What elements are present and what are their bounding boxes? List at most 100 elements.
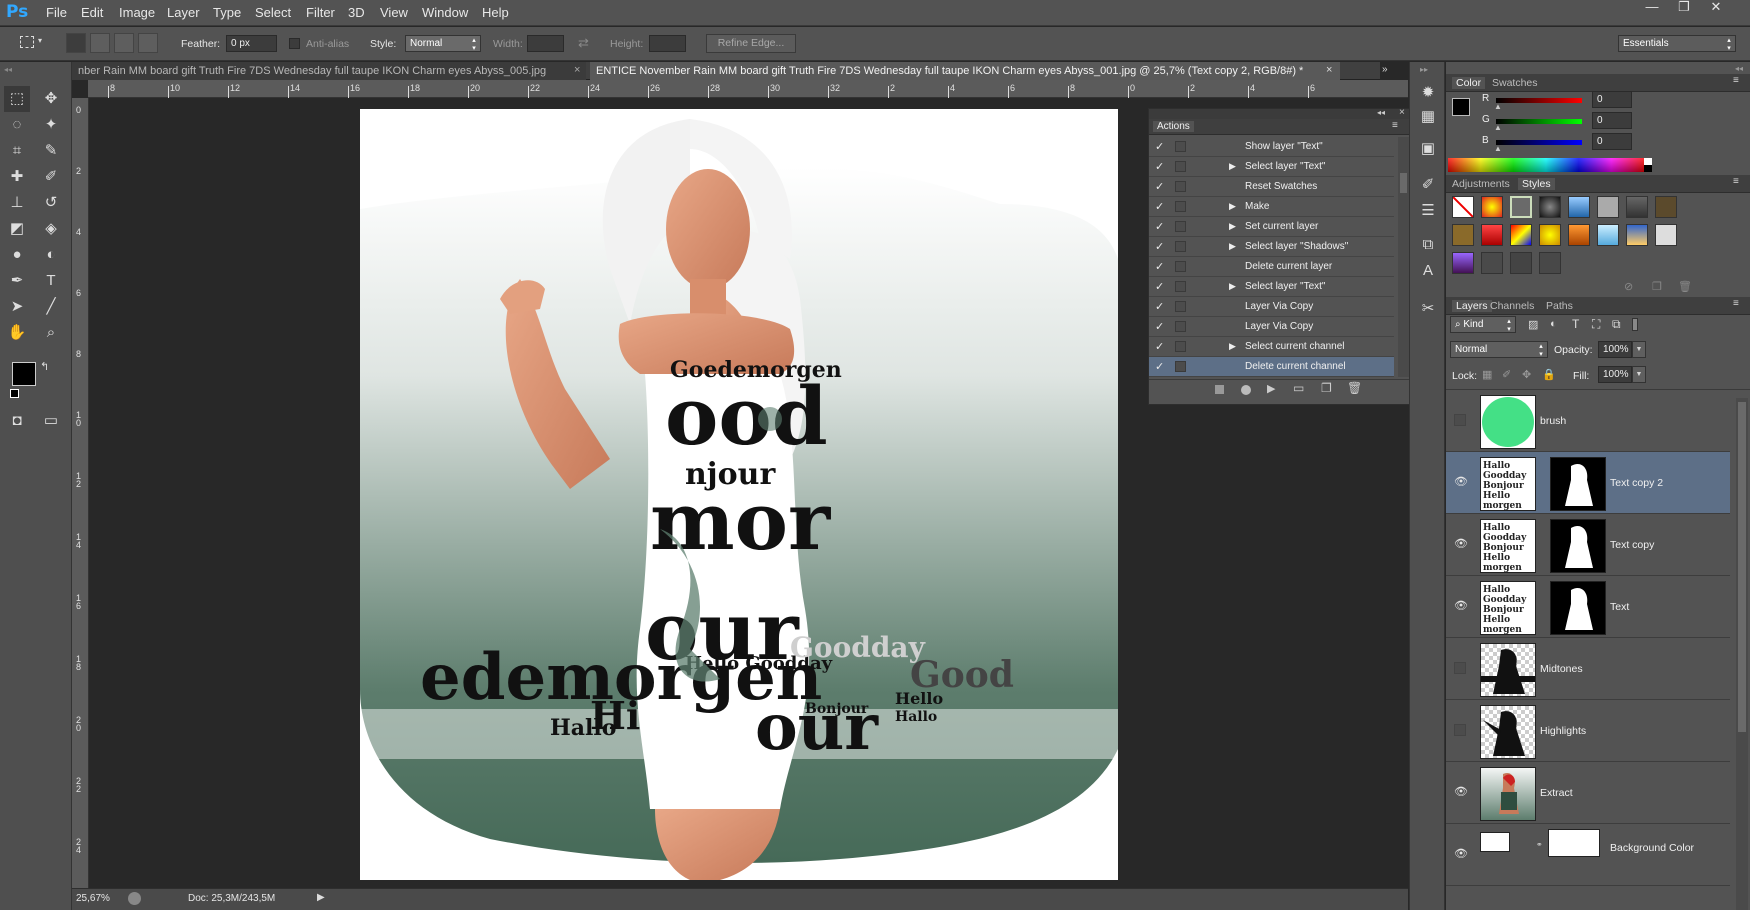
lasso-tool-icon[interactable]: ◌ xyxy=(4,112,30,138)
expand-arrow-icon[interactable]: ▶ xyxy=(1229,221,1236,232)
check-icon[interactable]: ✓ xyxy=(1155,180,1164,193)
dialog-toggle-box[interactable] xyxy=(1175,341,1186,352)
workspace-select[interactable]: Essentials xyxy=(1618,35,1736,52)
layer-name[interactable]: Midtones xyxy=(1540,663,1583,675)
eye-icon[interactable]: 👁 xyxy=(1454,785,1468,799)
filter-pixel-icon[interactable]: ▨ xyxy=(1528,318,1538,331)
eye-icon[interactable]: 👁 xyxy=(1454,475,1468,489)
slider-thumb-icon[interactable]: ▲ xyxy=(1494,144,1502,153)
scrollbar-thumb[interactable] xyxy=(1400,173,1407,193)
brush-tool-icon[interactable]: ✐ xyxy=(38,164,64,190)
tab-layers[interactable]: Layers xyxy=(1452,300,1492,312)
tab-paths[interactable]: Paths xyxy=(1546,300,1573,312)
close-icon[interactable]: × xyxy=(1399,107,1405,118)
tab-color[interactable]: Color xyxy=(1452,77,1486,89)
close-tab-icon[interactable]: × xyxy=(1326,64,1332,76)
dialog-toggle-box[interactable] xyxy=(1175,141,1186,152)
visibility-toggle[interactable] xyxy=(1454,662,1466,674)
layer-name[interactable]: brush xyxy=(1540,415,1566,427)
hand-tool-icon[interactable]: ✋ xyxy=(4,320,30,346)
collapse-icon[interactable]: ◂◂ xyxy=(1377,108,1385,117)
dialog-toggle-box[interactable] xyxy=(1175,201,1186,212)
eye-icon[interactable]: 👁 xyxy=(1454,537,1468,551)
action-item-selected[interactable]: ✓ Delete current channel xyxy=(1149,357,1394,377)
dialog-toggle-box[interactable] xyxy=(1175,361,1186,372)
path-selection-tool-icon[interactable]: ➤ xyxy=(4,294,30,320)
layer-row[interactable]: Highlights xyxy=(1446,700,1730,762)
white-swatch[interactable] xyxy=(1644,158,1652,165)
trash-icon[interactable]: 🗑 xyxy=(1347,381,1362,395)
layer-row[interactable]: 👁 Hallo Goodday Bonjour Hello morgen Text xyxy=(1446,576,1730,638)
lock-image-icon[interactable]: ✐ xyxy=(1502,368,1511,381)
actions-scrollbar[interactable] xyxy=(1398,137,1409,377)
dialog-toggle-box[interactable] xyxy=(1175,281,1186,292)
layer-row[interactable]: 👁 Hallo Goodday Bonjour Hello morgen Text co… xyxy=(1446,514,1730,576)
minimize-icon[interactable]: — xyxy=(1638,0,1666,16)
check-icon[interactable]: ✓ xyxy=(1155,160,1164,173)
blend-mode-select[interactable]: Normal xyxy=(1450,341,1548,358)
tab-actions[interactable]: Actions xyxy=(1153,121,1194,132)
panel-menu-icon[interactable]: ≡ xyxy=(1733,298,1739,309)
expand-arrow-icon[interactable]: ▶ xyxy=(1229,201,1236,212)
dialog-toggle-box[interactable] xyxy=(1175,301,1186,312)
character-icon[interactable]: A xyxy=(1415,258,1441,284)
filter-toggle[interactable] xyxy=(1632,318,1638,331)
style-swatch[interactable] xyxy=(1655,196,1677,218)
brush-panel-icon[interactable]: ☰ xyxy=(1415,198,1441,224)
magic-wand-tool-icon[interactable]: ✦ xyxy=(38,112,64,138)
g-slider[interactable] xyxy=(1496,119,1582,124)
marquee-tool-preset-icon[interactable] xyxy=(20,36,34,48)
check-icon[interactable]: ✓ xyxy=(1155,340,1164,353)
tab-document-005[interactable]: nber Rain MM board gift Truth Fire 7DS W… xyxy=(72,62,586,80)
chevron-down-icon[interactable]: ▼ xyxy=(1632,366,1646,383)
tabs-overflow-icon[interactable]: » xyxy=(1382,64,1388,75)
style-swatch[interactable] xyxy=(1539,252,1561,274)
dialog-toggle-box[interactable] xyxy=(1175,321,1186,332)
check-icon[interactable]: ✓ xyxy=(1155,240,1164,253)
clone-stamp-tool-icon[interactable]: ⊥ xyxy=(4,190,30,216)
style-select[interactable]: Normal xyxy=(405,35,481,52)
panel-menu-icon[interactable]: ≡ xyxy=(1392,120,1398,131)
tab-swatches[interactable]: Swatches xyxy=(1492,77,1538,89)
check-icon[interactable]: ✓ xyxy=(1155,360,1164,373)
width-input[interactable] xyxy=(527,35,564,52)
style-swatch[interactable] xyxy=(1626,196,1648,218)
height-input[interactable] xyxy=(649,35,686,52)
check-icon[interactable]: ✓ xyxy=(1155,140,1164,153)
expand-arrow-icon[interactable]: ▶ xyxy=(1229,161,1236,172)
panel-menu-icon[interactable]: ≡ xyxy=(1733,75,1739,86)
layer-name[interactable]: Text xyxy=(1610,601,1629,613)
chevron-down-icon[interactable]: ▾ xyxy=(38,36,42,45)
add-to-selection-icon[interactable] xyxy=(90,33,110,53)
line-tool-icon[interactable]: ╱ xyxy=(38,294,64,320)
style-swatch[interactable] xyxy=(1626,224,1648,246)
check-icon[interactable]: ✓ xyxy=(1155,200,1164,213)
b-value-input[interactable]: 0 xyxy=(1592,133,1632,150)
move-tool-icon[interactable]: ✥ xyxy=(38,86,64,112)
type-tool-icon[interactable]: T xyxy=(38,268,64,294)
style-swatch[interactable] xyxy=(1452,252,1474,274)
menu-window[interactable]: Window xyxy=(422,5,468,20)
quick-mask-icon[interactable]: ◘ xyxy=(4,408,30,434)
collapse-icon[interactable]: ◂◂ xyxy=(4,65,12,74)
check-icon[interactable]: ✓ xyxy=(1155,300,1164,313)
navigator-icon[interactable]: ✹ xyxy=(1415,80,1441,106)
check-icon[interactable]: ✓ xyxy=(1155,260,1164,273)
scrollbar-thumb[interactable] xyxy=(1738,402,1746,732)
swap-colors-icon[interactable]: ↰ xyxy=(40,360,49,373)
fill-input[interactable]: 100% xyxy=(1598,366,1632,383)
opacity-input[interactable]: 100% xyxy=(1598,341,1632,358)
menu-type[interactable]: Type xyxy=(213,5,241,20)
menu-layer[interactable]: Layer xyxy=(167,5,200,20)
style-swatch[interactable] xyxy=(1452,224,1474,246)
eye-icon[interactable]: 👁 xyxy=(1454,599,1468,613)
style-swatch[interactable] xyxy=(1481,252,1503,274)
feather-input[interactable]: 0 px xyxy=(226,35,277,52)
r-slider[interactable] xyxy=(1496,98,1582,103)
action-item[interactable]: ✓ ▶ Select layer "Text" xyxy=(1149,157,1394,177)
layer-row[interactable]: brush xyxy=(1446,390,1730,452)
layer-name[interactable]: Extract xyxy=(1540,787,1573,799)
record-icon[interactable] xyxy=(1241,385,1251,395)
action-item[interactable]: ✓ Layer Via Copy xyxy=(1149,317,1394,337)
expand-arrow-icon[interactable]: ▶ xyxy=(1229,241,1236,252)
